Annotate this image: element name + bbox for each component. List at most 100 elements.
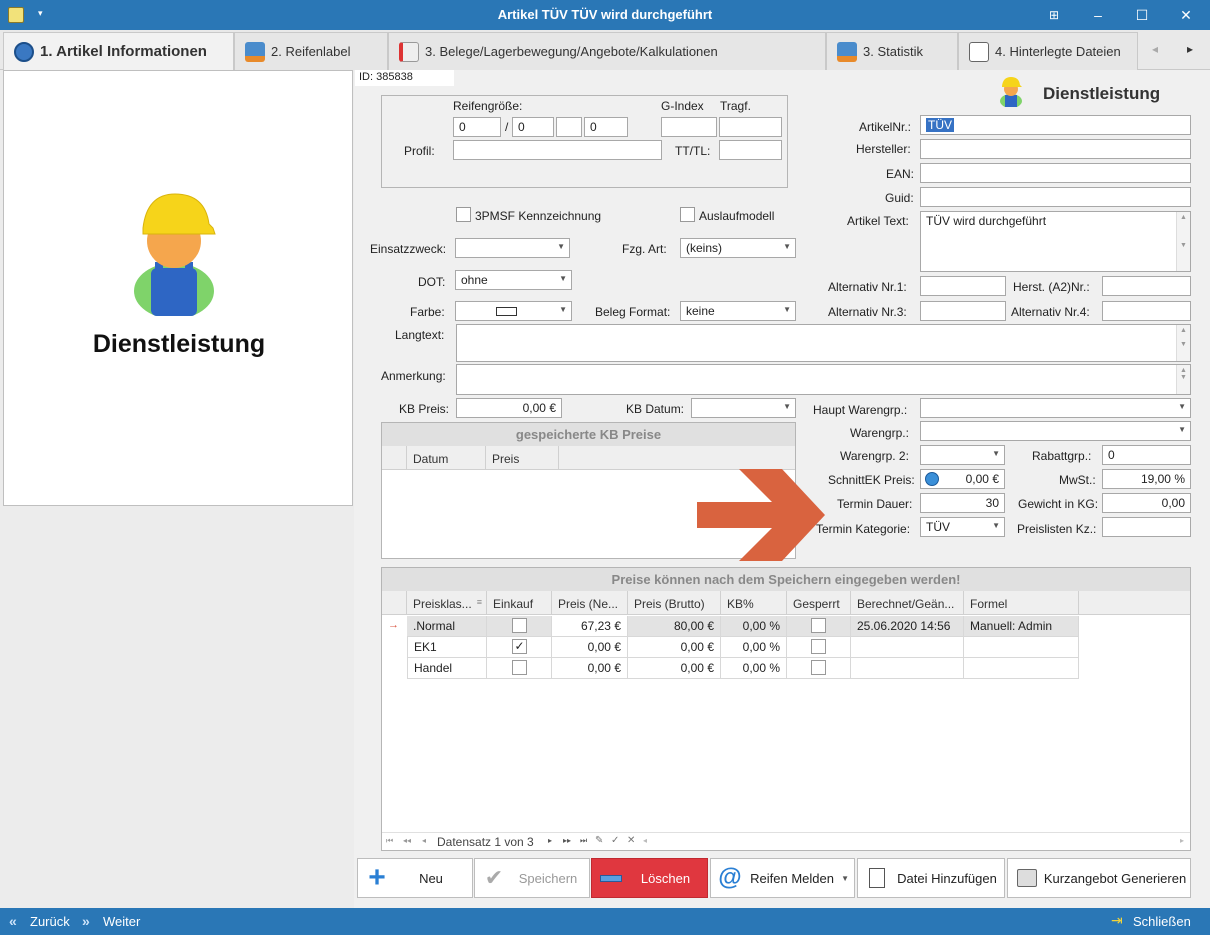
table-row[interactable]: → .Normal 67,23 € 80,00 € 0,00 % 25.06.2… [382, 616, 1079, 637]
cell-formel[interactable]: Manuell: Admin [964, 616, 1079, 637]
first-record-icon[interactable]: ⏮ [386, 836, 393, 846]
cell-kb[interactable]: 0,00 % [721, 616, 787, 637]
3pmsf-checkbox[interactable] [456, 207, 471, 222]
cell-einkauf[interactable]: ✓ [487, 637, 552, 658]
tab-artikel-informationen[interactable]: 1. Artikel Informationen [3, 32, 234, 70]
cell-brutto[interactable]: 0,00 € [628, 637, 721, 658]
minimize-button[interactable]: – [1076, 0, 1120, 30]
prices-col-berechnet[interactable]: Berechnet/Geän... [851, 591, 964, 615]
rabattgrp-input[interactable]: 0 [1102, 445, 1191, 465]
belegformat-dropdown[interactable]: keine ▼ [680, 301, 796, 321]
scroll-left-icon[interactable]: ◂ [643, 836, 647, 845]
next-page-icon[interactable]: ▸▸ [563, 836, 571, 845]
cell-netto[interactable]: 67,23 € [552, 616, 628, 637]
schnittek-input[interactable]: 0,00 € [920, 469, 1005, 489]
langtext-input[interactable] [456, 324, 1191, 362]
artikeltext-scrollbar[interactable]: ▲ ▼ [1176, 212, 1190, 271]
ean-input[interactable] [920, 163, 1191, 183]
sort-icon[interactable]: ≡ [477, 597, 482, 607]
gesperrt-checkbox[interactable] [811, 660, 826, 675]
cell-einkauf[interactable] [487, 616, 552, 637]
table-row[interactable]: Handel 0,00 € 0,00 € 0,00 % [382, 658, 1079, 679]
einkauf-checkbox-checked[interactable]: ✓ [512, 639, 527, 654]
mwst-input[interactable]: 19,00 % [1102, 469, 1191, 489]
forward-icon[interactable]: » [82, 913, 90, 929]
tire-width-input[interactable]: 0 [453, 117, 501, 137]
gindex-input[interactable] [661, 117, 717, 137]
langtext-scrollbar[interactable]: ▲ ▼ [1176, 325, 1190, 361]
termin-dauer-input[interactable]: 30 [920, 493, 1005, 513]
table-row[interactable]: EK1 ✓ 0,00 € 0,00 € 0,00 % [382, 637, 1079, 658]
prices-col-einkauf[interactable]: Einkauf [487, 591, 552, 615]
auslaufmodell-checkbox[interactable] [680, 207, 695, 222]
close-app-button[interactable]: Schließen [1133, 914, 1191, 929]
delete-button[interactable]: Löschen [591, 858, 708, 898]
chevron-down-icon[interactable]: ▼ [841, 874, 849, 883]
profil-input[interactable] [453, 140, 662, 160]
tab-reifenlabel[interactable]: 2. Reifenlabel [234, 32, 388, 70]
guid-input[interactable] [920, 187, 1191, 207]
tab-hinterlegte-dateien[interactable]: 4. Hinterlegte Dateien [958, 32, 1138, 70]
fzg-art-dropdown[interactable]: (keins) ▼ [680, 238, 796, 258]
kbdatum-dropdown[interactable]: ▼ [691, 398, 796, 418]
gewicht-input[interactable]: 0,00 [1102, 493, 1191, 513]
forward-button[interactable]: Weiter [103, 914, 140, 929]
cell-gesperrt[interactable] [787, 637, 851, 658]
edit-icon[interactable]: ✎ [595, 835, 603, 846]
maximize-button[interactable]: ☐ [1120, 0, 1164, 30]
tab-belege[interactable]: 3. Belege/Lagerbewegung/Angebote/Kalkula… [388, 32, 826, 70]
alternativ1-input[interactable] [920, 276, 1006, 296]
new-button[interactable]: + Neu [357, 858, 473, 898]
cell-preisklasse[interactable]: EK1 [407, 637, 487, 658]
cell-gesperrt[interactable] [787, 658, 851, 679]
tab-scroll-right-icon[interactable]: ▸ [1187, 42, 1193, 56]
cell-brutto[interactable]: 80,00 € [628, 616, 721, 637]
einsatzzweck-dropdown[interactable]: ▼ [455, 238, 570, 258]
kbpreis-input[interactable]: 0,00 € [456, 398, 562, 418]
cell-formel[interactable] [964, 658, 1079, 679]
cell-preisklasse[interactable]: .Normal [407, 616, 487, 637]
ttl-input[interactable] [719, 140, 782, 160]
next-record-icon[interactable]: ▸ [548, 836, 552, 845]
cell-berechnet[interactable] [851, 637, 964, 658]
kb-col-datum[interactable]: Datum [407, 446, 486, 470]
prices-col-brutto[interactable]: Preis (Brutto) [628, 591, 721, 615]
artikelnr-input[interactable]: TÜV [920, 115, 1191, 135]
back-button[interactable]: Zurück [30, 914, 70, 929]
cell-formel[interactable] [964, 637, 1079, 658]
last-record-icon[interactable]: ⏭ [580, 836, 587, 846]
tire-construction-input[interactable] [556, 117, 582, 137]
info-icon[interactable] [925, 472, 939, 486]
gesperrt-checkbox[interactable] [811, 639, 826, 654]
einkauf-checkbox[interactable] [512, 618, 527, 633]
prev-record-icon[interactable]: ◂ [422, 836, 426, 845]
close-button[interactable]: ✕ [1164, 0, 1208, 30]
cell-berechnet[interactable] [851, 658, 964, 679]
exit-icon[interactable]: ⇥ [1111, 912, 1123, 929]
haupt-warengrp-dropdown[interactable]: ▼ [920, 398, 1191, 418]
quick-offer-button[interactable]: Kurzangebot Generieren [1007, 858, 1191, 898]
cell-netto[interactable]: 0,00 € [552, 637, 628, 658]
anmerkung-input[interactable] [456, 364, 1191, 395]
herst-a2-input[interactable] [1102, 276, 1191, 296]
tragf-input[interactable] [719, 117, 782, 137]
termin-kategorie-dropdown[interactable]: TÜV ▼ [920, 517, 1005, 537]
kb-col-preis[interactable]: Preis [486, 446, 559, 470]
cell-kb[interactable]: 0,00 % [721, 637, 787, 658]
cell-brutto[interactable]: 0,00 € [628, 658, 721, 679]
cancel-icon[interactable]: ✕ [627, 835, 635, 846]
prices-col-formel[interactable]: Formel [964, 591, 1079, 615]
back-icon[interactable]: « [9, 913, 17, 929]
artikeltext-input[interactable]: TÜV wird durchgeführt [920, 211, 1191, 272]
warengrp2-dropdown[interactable]: ▼ [920, 445, 1005, 465]
warengrp-dropdown[interactable]: ▼ [920, 421, 1191, 441]
tab-statistik[interactable]: 3. Statistik [826, 32, 958, 70]
preislisten-input[interactable] [1102, 517, 1191, 537]
gesperrt-checkbox[interactable] [811, 618, 826, 633]
cell-gesperrt[interactable] [787, 616, 851, 637]
farbe-dropdown[interactable]: ▼ [455, 301, 572, 321]
hersteller-input[interactable] [920, 139, 1191, 159]
prices-col-gesperrt[interactable]: Gesperrt [787, 591, 851, 615]
cell-einkauf[interactable] [487, 658, 552, 679]
tab-scroll-left-icon[interactable]: ◂ [1152, 42, 1158, 56]
